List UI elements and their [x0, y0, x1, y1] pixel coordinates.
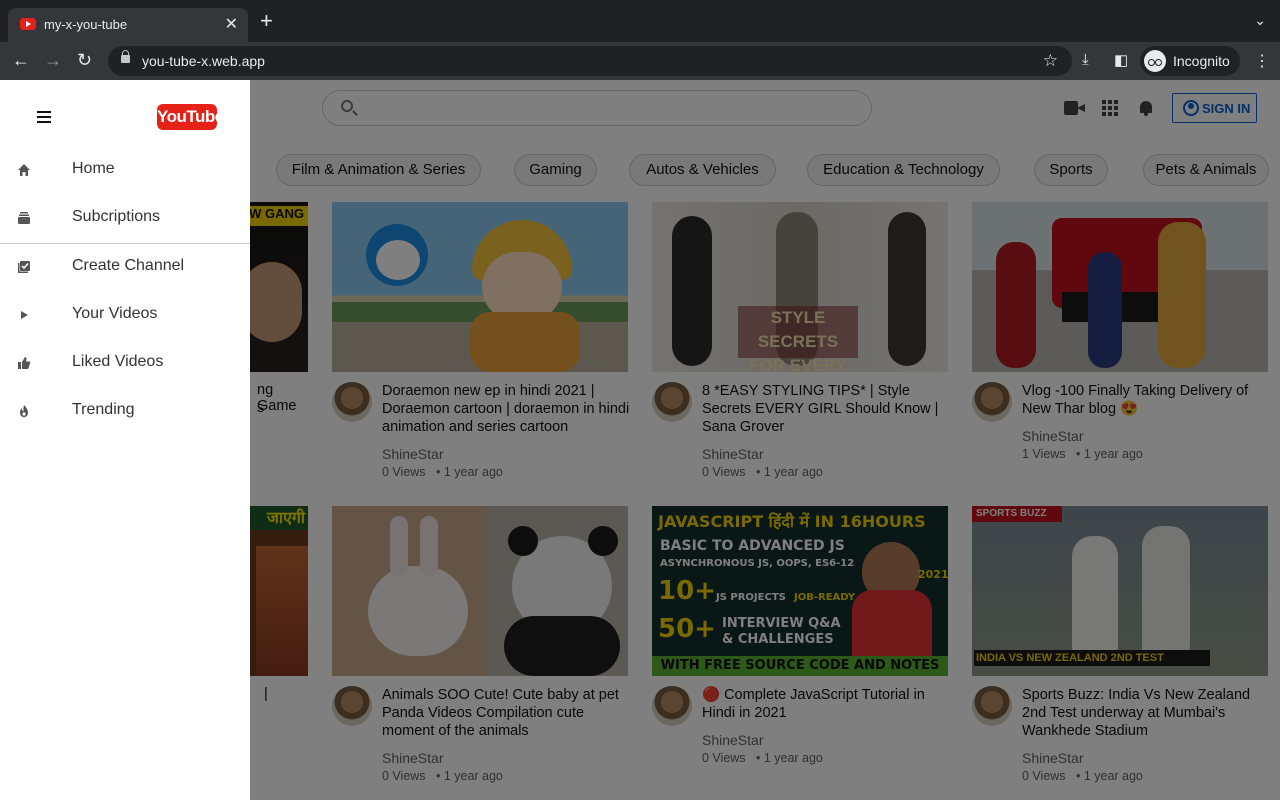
tab-title: my-x-you-tube — [44, 17, 128, 32]
hamburger-menu-icon[interactable] — [37, 111, 51, 123]
incognito-profile-button[interactable]: Incognito — [1140, 46, 1240, 76]
sidebar-item-trending[interactable]: Trending — [0, 391, 250, 431]
new-tab-icon[interactable]: + — [260, 10, 273, 32]
sidebar-item-label: Create Channel — [72, 257, 185, 274]
sidebar-item-label: Trending — [72, 401, 135, 418]
sidebar-divider — [0, 243, 250, 244]
home-icon — [18, 164, 30, 176]
create-channel-icon — [18, 261, 30, 273]
browser-tab[interactable]: my-x-you-tube ✕ — [8, 8, 248, 42]
sidebar-item-label: Subcriptions — [72, 208, 161, 225]
play-icon — [21, 311, 28, 319]
thumbs-up-icon — [18, 357, 31, 369]
youtube-favicon-icon — [20, 18, 36, 30]
browser-tab-strip: my-x-you-tube ✕ + ⌄ — [0, 0, 1280, 42]
reload-icon[interactable]: ↻ — [77, 50, 92, 70]
sidebar-item-create-channel[interactable]: Create Channel — [0, 247, 250, 287]
sidebar-item-label: Liked Videos — [72, 353, 164, 370]
lock-icon — [121, 50, 130, 63]
youtube-logo[interactable]: YouTube — [157, 104, 224, 130]
side-panel-icon[interactable]: ◧ — [1114, 51, 1128, 69]
address-bar[interactable]: you-tube-x.web.app ☆ — [108, 46, 1072, 76]
sidebar-item-label: Home — [72, 160, 115, 177]
sidebar-item-liked-videos[interactable]: Liked Videos — [0, 343, 250, 383]
chevron-down-icon[interactable]: ⌄ — [1254, 12, 1266, 29]
sidebar-item-label: Your Videos — [72, 305, 158, 322]
bookmark-star-icon[interactable]: ☆ — [1043, 51, 1058, 71]
browser-toolbar: ← → ↻ you-tube-x.web.app ☆ ⤓ ◧ Incognito… — [0, 42, 1280, 80]
sidebar-item-home[interactable]: Home — [0, 150, 250, 190]
sidebar-item-your-videos[interactable]: Your Videos — [0, 295, 250, 335]
browser-menu-icon[interactable]: ⋮ — [1254, 51, 1270, 71]
incognito-label: Incognito — [1173, 53, 1230, 69]
back-icon[interactable]: ← — [12, 50, 30, 70]
subscriptions-icon — [18, 212, 30, 224]
download-icon[interactable]: ⤓ — [1082, 51, 1089, 68]
url-text: you-tube-x.web.app — [142, 53, 265, 69]
incognito-icon — [1144, 50, 1166, 72]
sidebar-item-subscriptions[interactable]: Subcriptions — [0, 198, 250, 238]
fire-icon — [20, 405, 28, 417]
close-tab-icon[interactable]: ✕ — [225, 14, 238, 34]
forward-icon[interactable]: → — [44, 50, 62, 70]
sidebar-drawer: YouTube Home Subcriptions Create Channel… — [0, 80, 250, 800]
